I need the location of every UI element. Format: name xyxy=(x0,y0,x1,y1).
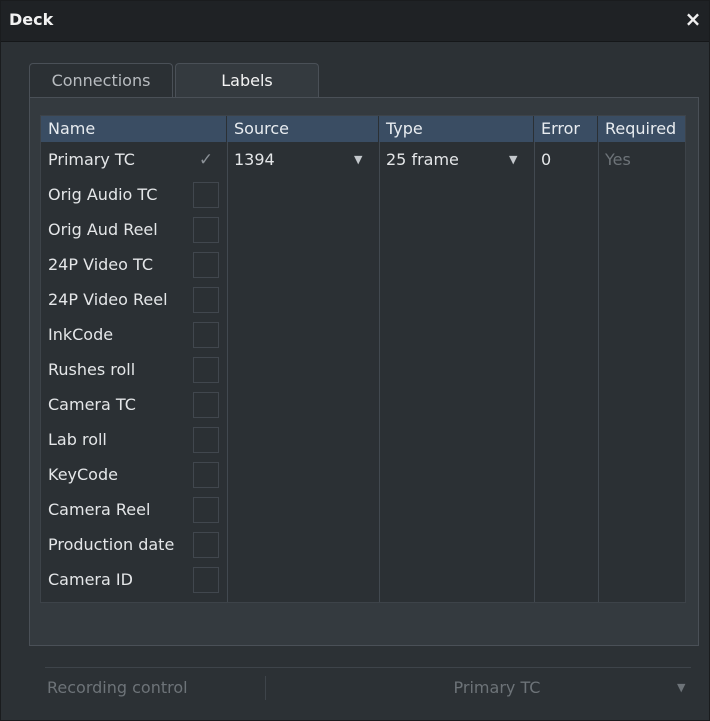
recording-divider xyxy=(265,676,266,700)
checkbox[interactable] xyxy=(193,322,219,348)
checkbox[interactable] xyxy=(193,182,219,208)
labels-panel: Name Source Type Error Required Primary … xyxy=(29,97,699,646)
table-row[interactable]: KeyCode xyxy=(41,457,685,492)
label-name: 24P Video TC xyxy=(48,255,154,274)
tab-connections[interactable]: Connections xyxy=(29,63,173,97)
label-name: Rushes roll xyxy=(48,360,136,379)
recording-control-select[interactable]: Primary TC xyxy=(397,678,597,697)
chevron-down-icon[interactable]: ▼ xyxy=(509,142,517,177)
recording-control-label: Recording control xyxy=(47,678,188,697)
table-row[interactable]: 24P Video Reel xyxy=(41,282,685,317)
checkbox[interactable] xyxy=(193,392,219,418)
checkbox[interactable] xyxy=(193,462,219,488)
chevron-down-icon[interactable]: ▼ xyxy=(354,142,362,177)
labels-table: Name Source Type Error Required Primary … xyxy=(40,115,686,603)
label-name: KeyCode xyxy=(48,465,118,484)
column-header-required[interactable]: Required xyxy=(598,116,685,142)
table-row[interactable]: Orig Aud Reel xyxy=(41,212,685,247)
deck-window: Deck × Connections Labels Name Source Ty… xyxy=(0,0,710,721)
column-header-source[interactable]: Source xyxy=(227,116,379,142)
column-header-error[interactable]: Error xyxy=(534,116,598,142)
table-row[interactable]: Production date xyxy=(41,527,685,562)
tab-bar: Connections Labels xyxy=(29,63,699,98)
tab-labels[interactable]: Labels xyxy=(175,63,319,98)
column-header-type[interactable]: Type xyxy=(379,116,534,142)
label-name: 24P Video Reel xyxy=(48,290,168,309)
table-row[interactable]: InkCode xyxy=(41,317,685,352)
checkbox[interactable] xyxy=(193,497,219,523)
checkbox[interactable] xyxy=(193,532,219,558)
required-value: Yes xyxy=(605,150,631,169)
chevron-down-icon[interactable]: ▼ xyxy=(677,681,685,694)
checkbox-checked[interactable]: ✓ xyxy=(193,147,219,173)
checkbox[interactable] xyxy=(193,357,219,383)
table-row[interactable]: Rushes roll xyxy=(41,352,685,387)
source-select[interactable]: 1394 ▼ xyxy=(227,142,379,177)
footer-divider xyxy=(45,667,691,668)
label-name: Lab roll xyxy=(48,430,107,449)
checkbox[interactable] xyxy=(193,287,219,313)
table-row[interactable]: Camera Reel xyxy=(41,492,685,527)
type-select[interactable]: 25 frame ▼ xyxy=(379,142,534,177)
table-row[interactable]: 24P Video TC xyxy=(41,247,685,282)
checkbox[interactable] xyxy=(193,217,219,243)
label-name: Orig Audio TC xyxy=(48,185,158,204)
type-value: 25 frame xyxy=(386,150,459,169)
checkbox[interactable] xyxy=(193,567,219,593)
table-row[interactable]: Lab roll xyxy=(41,422,685,457)
table-row[interactable]: Camera TC xyxy=(41,387,685,422)
label-name: Camera TC xyxy=(48,395,136,414)
label-name: Orig Aud Reel xyxy=(48,220,158,239)
label-name: Primary TC xyxy=(48,150,135,169)
checkbox[interactable] xyxy=(193,252,219,278)
label-name: Camera ID xyxy=(48,570,133,589)
close-icon[interactable]: × xyxy=(681,7,705,31)
table-row[interactable]: Camera ID xyxy=(41,562,685,597)
source-value: 1394 xyxy=(234,150,275,169)
label-name: Production date xyxy=(48,535,175,554)
table-row[interactable]: Primary TC ✓ 1394 ▼ 25 frame ▼ 0 Yes xyxy=(41,142,685,177)
window-title: Deck xyxy=(9,10,54,29)
column-header-name[interactable]: Name xyxy=(41,116,227,142)
checkbox[interactable] xyxy=(193,427,219,453)
check-icon: ✓ xyxy=(198,150,214,170)
error-value: 0 xyxy=(541,150,552,169)
title-bar[interactable]: Deck × xyxy=(1,1,709,42)
label-name: InkCode xyxy=(48,325,114,344)
label-name: Camera Reel xyxy=(48,500,151,519)
table-row[interactable]: Orig Audio TC xyxy=(41,177,685,212)
